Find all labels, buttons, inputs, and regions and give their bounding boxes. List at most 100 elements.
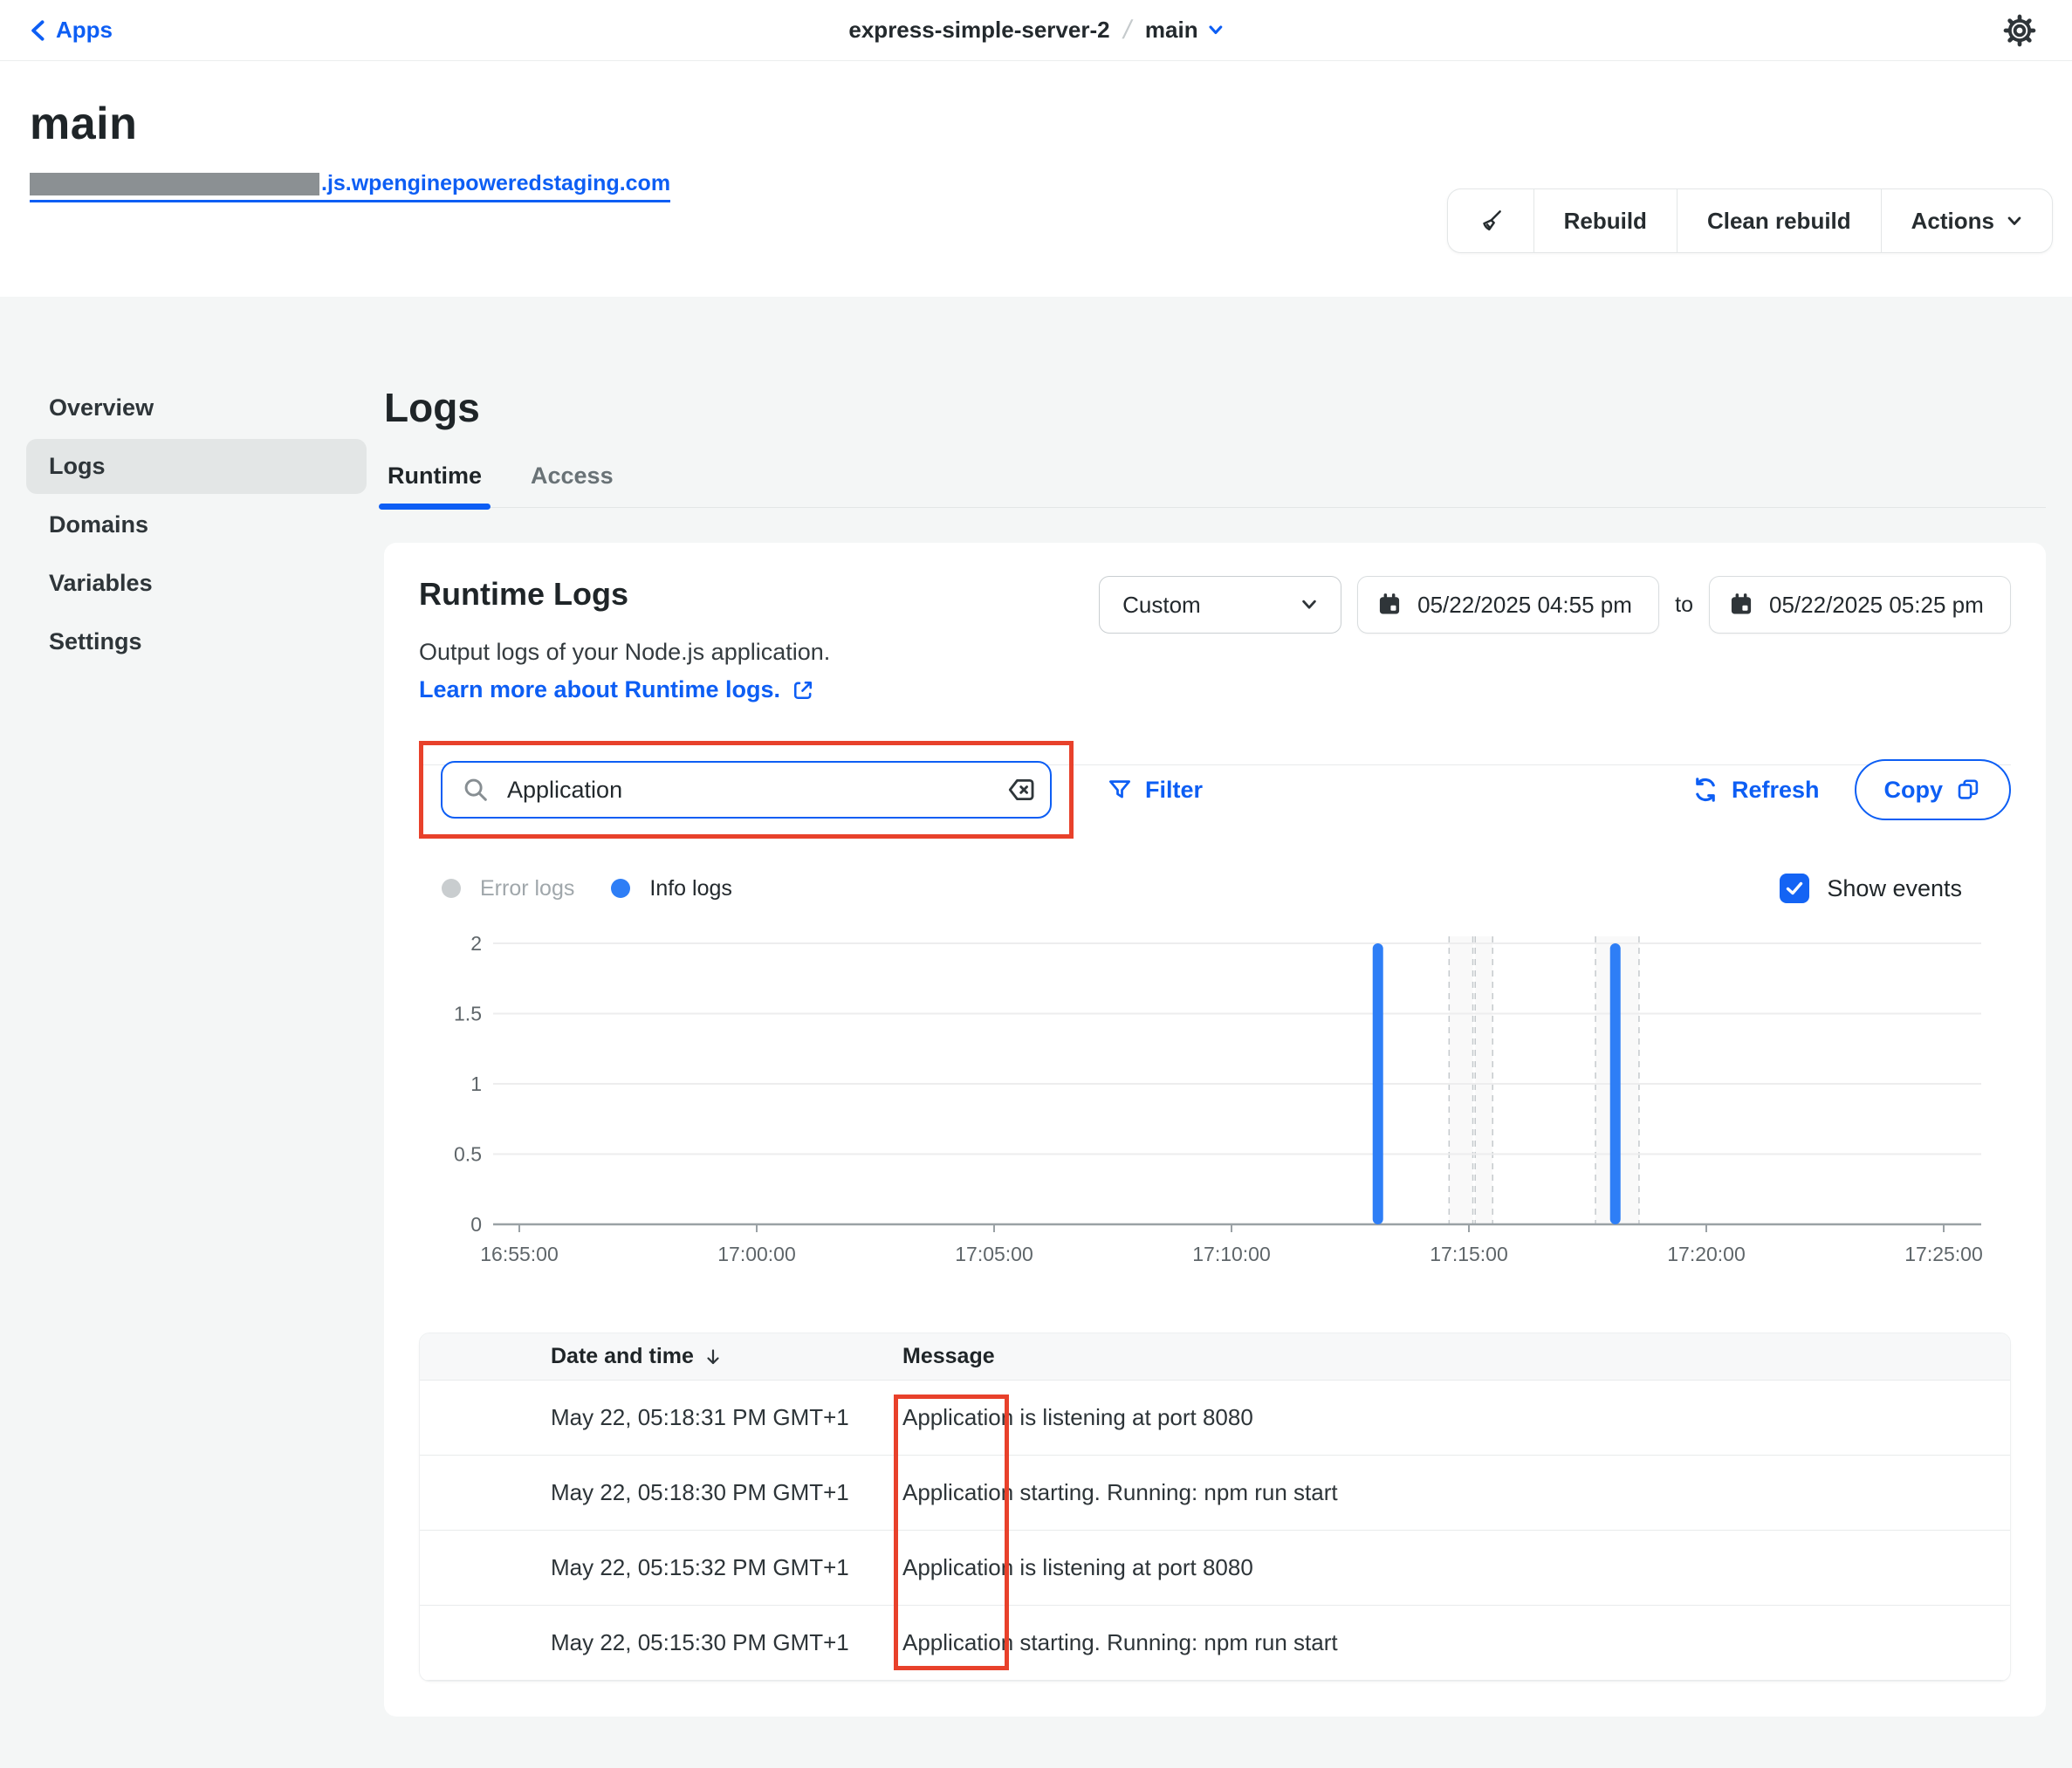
environment-name: main xyxy=(1145,17,1198,44)
logs-tabs: Runtime Access xyxy=(384,463,2046,508)
breadcrumb-separator: / xyxy=(1121,16,1135,45)
filter-button[interactable]: Filter xyxy=(1107,777,1203,804)
show-events-checkbox[interactable] xyxy=(1780,874,1809,903)
sidebar-item-label: Logs xyxy=(49,453,106,479)
filter-label: Filter xyxy=(1145,777,1203,804)
date-to-value: 05/22/2025 05:25 pm xyxy=(1769,592,1984,619)
log-table-header: Date and time Message xyxy=(420,1333,2010,1381)
date-to-field[interactable]: 05/22/2025 05:25 pm xyxy=(1709,576,2011,634)
annotation-search-highlight xyxy=(419,741,1074,839)
environment-switcher[interactable]: main xyxy=(1145,17,1224,44)
log-message: Application starting. Running: npm run s… xyxy=(902,1479,2010,1506)
chart-legend-row: Error logs Info logs Show events xyxy=(419,874,2011,903)
breadcrumb: express-simple-server-2 / main xyxy=(848,16,1223,45)
log-datetime: May 22, 05:18:31 PM GMT+1 xyxy=(420,1404,902,1431)
svg-text:2: 2 xyxy=(470,932,482,955)
tab-label: Access xyxy=(531,463,614,489)
tab-access[interactable]: Access xyxy=(531,463,614,507)
chevron-down-icon xyxy=(1209,24,1224,36)
svg-text:17:05:00: 17:05:00 xyxy=(955,1243,1033,1265)
learn-more-label: Learn more about Runtime logs. xyxy=(419,676,780,703)
content-area: Overview Logs Domains Variables Settings… xyxy=(0,297,2072,1768)
gear-icon xyxy=(2002,13,2037,48)
sidebar-item-label: Variables xyxy=(49,570,153,596)
svg-text:0.5: 0.5 xyxy=(454,1143,482,1166)
clean-rebuild-button[interactable]: Clean rebuild xyxy=(1677,189,1881,252)
log-search-input[interactable] xyxy=(441,761,1052,819)
environment-title: main xyxy=(30,98,2042,150)
error-logs-label[interactable]: Error logs xyxy=(480,876,574,901)
broom-button[interactable] xyxy=(1448,189,1533,252)
to-label: to xyxy=(1675,593,1693,618)
refresh-button[interactable]: Refresh xyxy=(1691,776,1820,804)
sidebar: Overview Logs Domains Variables Settings xyxy=(26,380,367,1768)
card-head: Runtime Logs Output logs of your Node.js… xyxy=(419,576,2011,703)
runtime-logs-chart: 00.511.5216:55:0017:00:0017:05:0017:10:0… xyxy=(419,917,2011,1306)
actions-label: Actions xyxy=(1911,208,1994,235)
search-icon xyxy=(462,776,490,804)
table-row[interactable]: May 22, 05:18:30 PM GMT+1 Application st… xyxy=(420,1456,2010,1531)
back-to-apps-link[interactable]: Apps xyxy=(30,17,113,44)
copy-button[interactable]: Copy xyxy=(1855,759,2012,820)
search-box xyxy=(441,761,1052,819)
log-message: Application starting. Running: npm run s… xyxy=(902,1629,2010,1656)
topbar: Apps express-simple-server-2 / main xyxy=(0,0,2072,61)
column-label: Message xyxy=(902,1344,995,1368)
logs-toolbar: Filter Refresh Copy xyxy=(419,741,2011,839)
check-icon xyxy=(1784,878,1805,899)
learn-more-link[interactable]: Learn more about Runtime logs. xyxy=(419,676,815,703)
column-label: Date and time xyxy=(551,1344,694,1369)
svg-text:17:00:00: 17:00:00 xyxy=(717,1243,796,1265)
info-logs-label[interactable]: Info logs xyxy=(649,876,732,901)
tab-runtime[interactable]: Runtime xyxy=(388,463,482,507)
log-table: Date and time Message May 22, 05:18:3 xyxy=(419,1333,2011,1682)
range-preset-select[interactable]: Custom xyxy=(1099,576,1341,634)
column-date-and-time[interactable]: Date and time xyxy=(420,1344,902,1369)
log-datetime: May 22, 05:15:32 PM GMT+1 xyxy=(420,1554,902,1581)
settings-gear-button[interactable] xyxy=(1997,8,2042,53)
broom-icon xyxy=(1478,208,1504,234)
environment-url-suffix: .js.wpenginepoweredstaging.com xyxy=(321,171,670,196)
svg-text:0: 0 xyxy=(470,1213,482,1236)
sidebar-item-variables[interactable]: Variables xyxy=(26,556,367,611)
sidebar-item-settings[interactable]: Settings xyxy=(26,614,367,669)
svg-text:17:15:00: 17:15:00 xyxy=(1430,1243,1508,1265)
main-panel: Logs Runtime Access Runtime Logs Output … xyxy=(384,380,2046,1768)
redacted-url-segment xyxy=(30,173,319,195)
svg-text:17:10:00: 17:10:00 xyxy=(1192,1243,1271,1265)
sidebar-item-domains[interactable]: Domains xyxy=(26,497,367,552)
show-events-toggle[interactable]: Show events xyxy=(1780,874,1962,903)
table-row[interactable]: May 22, 05:15:32 PM GMT+1 Application is… xyxy=(420,1531,2010,1606)
svg-text:17:25:00: 17:25:00 xyxy=(1904,1243,1983,1265)
tab-label: Runtime xyxy=(388,463,482,489)
environment-url-link[interactable]: .js.wpenginepoweredstaging.com xyxy=(30,171,670,202)
table-row[interactable]: May 22, 05:18:31 PM GMT+1 Application is… xyxy=(420,1381,2010,1456)
environment-actions-group: Rebuild Clean rebuild Actions xyxy=(1447,188,2053,253)
copy-icon xyxy=(1955,777,1981,803)
actions-button[interactable]: Actions xyxy=(1881,189,2052,252)
log-datetime: May 22, 05:18:30 PM GMT+1 xyxy=(420,1479,902,1506)
sidebar-item-label: Domains xyxy=(49,511,148,538)
sidebar-item-label: Overview xyxy=(49,394,154,421)
svg-text:1.5: 1.5 xyxy=(454,1003,482,1025)
table-row[interactable]: May 22, 05:15:30 PM GMT+1 Application st… xyxy=(420,1606,2010,1681)
date-from-field[interactable]: 05/22/2025 04:55 pm xyxy=(1357,576,1659,634)
date-from-value: 05/22/2025 04:55 pm xyxy=(1417,592,1632,619)
sidebar-item-logs[interactable]: Logs xyxy=(26,439,367,494)
rebuild-label: Rebuild xyxy=(1564,208,1647,235)
card-description: Output logs of your Node.js application. xyxy=(419,639,830,666)
show-events-label: Show events xyxy=(1827,875,1962,902)
funnel-filter-icon xyxy=(1107,777,1133,803)
svg-text:17:20:00: 17:20:00 xyxy=(1667,1243,1746,1265)
sidebar-item-overview[interactable]: Overview xyxy=(26,380,367,435)
svg-text:1: 1 xyxy=(470,1072,482,1095)
rebuild-button[interactable]: Rebuild xyxy=(1533,189,1677,252)
log-message: Application is listening at port 8080 xyxy=(902,1404,2010,1431)
sidebar-item-label: Settings xyxy=(49,628,142,654)
backspace-clear-icon xyxy=(1006,775,1036,805)
log-message: Application is listening at port 8080 xyxy=(902,1554,2010,1581)
page-title: Logs xyxy=(384,384,2046,431)
column-message: Message xyxy=(902,1344,2010,1369)
environment-header: main .js.wpenginepoweredstaging.com Rebu… xyxy=(0,61,2072,297)
clear-search-button[interactable] xyxy=(1006,775,1036,805)
